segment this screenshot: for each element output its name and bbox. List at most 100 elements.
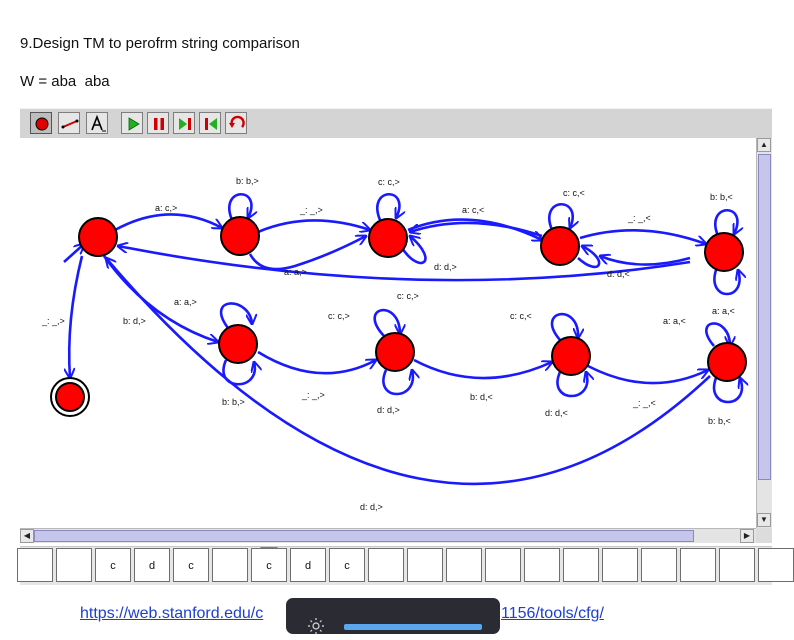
state-diagram[interactable]: a: c,> b: b,> _: _,> c: c,> a: c,< c: c,… — [20, 138, 756, 528]
tape-cell[interactable] — [758, 548, 794, 582]
label-t18: d: d,> — [377, 405, 400, 415]
state-q0[interactable] — [78, 217, 118, 257]
label-t20: c: c,< — [510, 311, 532, 321]
diagram-canvas[interactable]: a: c,> b: b,> _: _,> c: c,> a: c,< c: c,… — [20, 138, 756, 528]
edge-q3-q2[interactable] — [410, 221, 543, 238]
pause-icon — [154, 118, 164, 130]
state-q2[interactable] — [368, 218, 408, 258]
tape-cell[interactable] — [17, 548, 53, 582]
tape-cell[interactable] — [680, 548, 716, 582]
tape-cell[interactable] — [56, 548, 92, 582]
step-forward-icon — [179, 118, 191, 130]
step-button[interactable] — [173, 112, 195, 134]
scroll-up-icon[interactable]: ▲ — [757, 138, 771, 152]
horizontal-scroll-thumb[interactable] — [34, 530, 694, 542]
edge-q7-q8[interactable] — [587, 364, 708, 385]
play-icon — [128, 117, 140, 131]
label-t11: a: a,> — [284, 267, 307, 277]
scroll-left-icon[interactable]: ◀ — [20, 529, 34, 543]
loop-q1-bottom[interactable] — [248, 236, 366, 271]
vertical-scroll-thumb[interactable] — [758, 154, 771, 480]
scroll-down-icon[interactable]: ▼ — [757, 513, 771, 527]
vertical-scrollbar[interactable]: ▲ ▼ — [756, 138, 772, 528]
state-tool-button[interactable] — [30, 112, 52, 134]
label-icon — [91, 114, 106, 132]
label-t2: _: _,> — [299, 205, 323, 215]
step-back-icon — [205, 118, 217, 130]
tape-cell[interactable]: d — [134, 548, 170, 582]
tape-cell[interactable] — [563, 548, 599, 582]
tape-cell[interactable]: d — [290, 548, 326, 582]
edge-q3-q4[interactable] — [579, 228, 706, 244]
stanford-link-suffix[interactable]: 1156/tools/cfg/ — [501, 605, 604, 623]
label-t24: b: b,< — [708, 416, 731, 426]
edge-q0-qf[interactable] — [69, 255, 84, 378]
state-q3[interactable] — [540, 226, 580, 266]
scroll-right-icon[interactable]: ▶ — [740, 529, 754, 543]
tape: cdccdc — [17, 546, 794, 585]
tape-cell[interactable]: c — [173, 548, 209, 582]
tape-cell[interactable] — [407, 548, 443, 582]
transition-tool-button[interactable] — [58, 112, 80, 134]
edge-q6-q7[interactable] — [413, 358, 552, 380]
loop-q2-top[interactable] — [376, 193, 399, 220]
label-tool-button[interactable] — [86, 112, 108, 134]
input-word: W = aba aba — [20, 73, 110, 90]
transition-icon — [61, 119, 79, 129]
loop-q4-bottom[interactable] — [713, 270, 739, 296]
tape-cell[interactable]: c — [251, 548, 287, 582]
label-t26: _: _,> — [41, 316, 65, 326]
state-q1[interactable] — [220, 216, 260, 256]
scroll-corner — [756, 528, 772, 543]
label-t3: c: c,> — [378, 177, 400, 187]
toolbar — [20, 108, 772, 140]
label-t10: d: d,> — [434, 262, 457, 272]
tape-cell[interactable]: c — [329, 548, 365, 582]
edge-q1-q2[interactable] — [257, 219, 370, 234]
reset-button[interactable] — [199, 112, 221, 134]
undo-button[interactable] — [225, 112, 247, 134]
state-q4[interactable] — [704, 232, 744, 272]
label-t14: a: a,> — [174, 297, 197, 307]
label-t12: c: c,> — [397, 291, 419, 301]
label-t21: d: d,< — [545, 408, 568, 418]
sun-icon — [308, 618, 324, 634]
play-button[interactable] — [121, 112, 143, 134]
tape-cell[interactable] — [212, 548, 248, 582]
state-q7[interactable] — [551, 336, 591, 376]
tape-cell[interactable] — [524, 548, 560, 582]
loop-q7-top[interactable] — [550, 312, 578, 341]
label-t9: d: d,< — [607, 269, 630, 279]
label-t5: c: c,< — [563, 188, 585, 198]
label-t0: a: c,> — [155, 203, 177, 213]
tape-cell[interactable] — [719, 548, 755, 582]
label-t19: b: d,< — [470, 392, 493, 402]
label-t17: c: c,> — [328, 311, 350, 321]
state-q8[interactable] — [707, 342, 747, 382]
label-t4: a: c,< — [462, 205, 484, 215]
stanford-link[interactable]: https://web.stanford.edu/c — [80, 605, 263, 623]
state-q6[interactable] — [375, 332, 415, 372]
tape-cell[interactable] — [368, 548, 404, 582]
tape-cell[interactable] — [446, 548, 482, 582]
loop-q3-bottom[interactable] — [577, 246, 601, 269]
state-q5[interactable] — [218, 324, 258, 364]
tape-cell[interactable]: c — [95, 548, 131, 582]
tape-cell[interactable] — [485, 548, 521, 582]
loop-q4-top[interactable] — [714, 209, 737, 236]
tape-cell[interactable] — [602, 548, 638, 582]
edge-q5-q6[interactable] — [257, 350, 376, 375]
edge-q0-q1[interactable] — [114, 213, 222, 232]
label-t13: b: d,> — [123, 316, 146, 326]
label-t7: b: b,< — [710, 192, 733, 202]
horizontal-scrollbar[interactable]: ◀ ▶ — [20, 528, 756, 543]
brightness-slider[interactable] — [344, 624, 482, 630]
label-t23: a: a,< — [663, 316, 686, 326]
pause-button[interactable] — [147, 112, 169, 134]
tape-cell[interactable] — [641, 548, 677, 582]
edge-q0-q5[interactable] — [102, 255, 218, 342]
loop-q6-bottom[interactable] — [382, 370, 412, 396]
label-t16: _: _,> — [301, 390, 325, 400]
state-icon — [35, 117, 49, 131]
state-qf[interactable] — [55, 382, 85, 412]
